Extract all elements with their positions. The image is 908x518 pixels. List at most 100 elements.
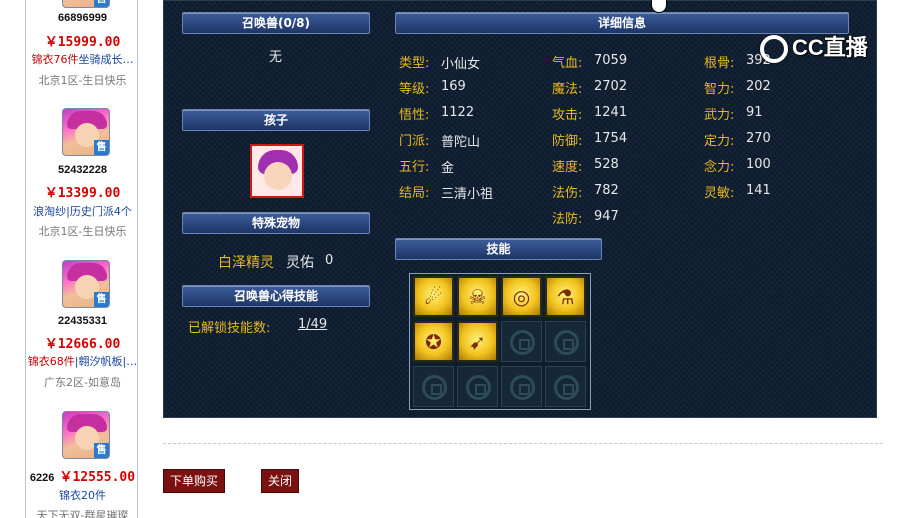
detail-label: 武力: [704, 108, 735, 123]
summon-skill-label: 已解锁技能数: [188, 321, 271, 336]
detail-label: 定力: [704, 134, 735, 149]
detail-value: 1122 [441, 105, 475, 120]
detail-label: 灵敏: [704, 186, 735, 201]
listing-price: ￥15999.00 [44, 35, 121, 50]
detail-label: 法伤: [552, 186, 583, 201]
listing-tags[interactable]: 锦衣76件坐骑成长… [26, 51, 139, 67]
listing-server: 天下无双-群星璀璨 [36, 509, 129, 518]
detail-value: 947 [594, 209, 619, 224]
listing-tags-red: 锦衣68件 [27, 355, 75, 368]
empty-skill-slot-icon [501, 321, 542, 362]
empty-skill-slot-icon [413, 366, 454, 407]
detail-label: 类型: [399, 56, 430, 71]
detail-value: 169 [441, 79, 466, 94]
detail-value: 普陀山 [441, 135, 481, 150]
detail-label: 门派: [399, 134, 430, 149]
listing-tags[interactable]: 浪淘纱|历史门派4个 [26, 203, 139, 219]
special-pet-name: 白泽精灵 [218, 255, 274, 271]
close-button[interactable]: 关闭 [261, 469, 299, 493]
skill-icon[interactable]: ✪ [413, 321, 454, 362]
sale-badge: 售 [94, 140, 109, 155]
listing-tags-blue: 坐骑成长… [78, 53, 134, 66]
summon-header: 召唤兽(0/8) [182, 12, 370, 34]
listing-avatar[interactable]: 售 [62, 260, 110, 308]
summon-value: 无 [269, 50, 283, 65]
detail-value: 141 [746, 183, 771, 198]
cc-logo-icon [760, 35, 788, 64]
detail-value: 782 [594, 183, 619, 198]
detail-label: 结局: [399, 186, 430, 201]
listing-price: ￥12555.00 [59, 470, 136, 485]
detail-label: 速度: [552, 160, 583, 175]
watermark-text: CC直播 [792, 35, 868, 60]
listing-price: ￥13399.00 [44, 186, 121, 201]
listing-tags-red: 锦衣20件 [59, 489, 106, 502]
listing-id-price-row: 6226 ￥12555.00 [26, 466, 139, 485]
skills-grid: ☄ ☠ ◎ ⚗ ✪ ➹ [409, 273, 591, 410]
listing-id: 52432228 [58, 164, 107, 176]
detail-label: 五行: [399, 160, 430, 175]
listing-column: 售 66896999 ￥15999.00 锦衣76件坐骑成长… 北京1区-生日快… [25, 0, 138, 518]
detail-value: 270 [746, 131, 771, 146]
skills-header: 技能 [395, 238, 602, 260]
listing-avatar[interactable]: 售 [62, 0, 110, 8]
listing-id: 66896999 [58, 12, 107, 24]
sale-badge: 售 [94, 0, 109, 7]
detail-value: 7059 [594, 53, 628, 68]
empty-skill-slot-icon [501, 366, 542, 407]
special-pet-stat-label: 灵佑 [286, 255, 314, 271]
skill-icon[interactable]: ☄ [413, 276, 454, 317]
listing-avatar[interactable]: 售 [62, 411, 110, 459]
detail-label: 攻击: [552, 108, 583, 123]
empty-skill-slot-icon [457, 366, 498, 407]
listing-tags[interactable]: 锦衣68件|翱汐帆板|… [26, 353, 139, 369]
detail-value: 528 [594, 157, 619, 172]
skill-icon[interactable]: ◎ [501, 276, 542, 317]
listing-id: 22435331 [58, 315, 107, 327]
cc-live-watermark: CC直播 [760, 30, 882, 66]
detail-label: 等级: [399, 82, 430, 97]
detail-label: 气血: [552, 56, 583, 71]
detail-value: 1241 [594, 105, 628, 120]
child-header: 孩子 [182, 109, 370, 131]
detail-value: 金 [441, 161, 455, 176]
detail-label: 根骨: [704, 56, 735, 71]
skill-icon[interactable]: ➹ [457, 321, 498, 362]
buy-button[interactable]: 下单购买 [163, 469, 225, 493]
sale-badge: 售 [94, 443, 109, 458]
summon-skill-count-link[interactable]: 1/49 [298, 317, 327, 332]
detail-value: 1754 [594, 131, 628, 146]
detail-value: 91 [746, 105, 763, 120]
detail-value: 小仙女 [441, 57, 481, 72]
detail-label: 悟性: [399, 108, 430, 123]
detail-value: 2702 [594, 79, 628, 94]
listing-tags[interactable]: 锦衣20件 [26, 487, 139, 503]
detail-label: 防御: [552, 134, 583, 149]
summon-skill-header: 召唤兽心得技能 [182, 285, 370, 307]
listing-server: 北京1区-生日快乐 [38, 225, 127, 238]
special-pet-header: 特殊宠物 [182, 212, 370, 234]
detail-label: 魔法: [552, 82, 583, 97]
listing-id: 6226 [29, 472, 55, 484]
detail-value: 三清小祖 [441, 187, 494, 202]
detail-value: 202 [746, 79, 771, 94]
empty-skill-slot-icon [545, 321, 586, 362]
listing-server: 广东2区-如意岛 [44, 376, 121, 389]
listing-avatar[interactable]: 售 [62, 108, 110, 156]
detail-label: 法防: [552, 212, 583, 227]
listing-tags-blue: 浪淘纱|历史门派4个 [33, 205, 132, 218]
listing-server: 北京1区-生日快乐 [38, 74, 127, 87]
skill-icon[interactable]: ☠ [457, 276, 498, 317]
special-pet-stat-value: 0 [325, 253, 334, 268]
detail-label: 念力: [704, 160, 735, 175]
child-avatar[interactable] [250, 144, 304, 198]
listing-tags-blue: |翱汐帆板|… [74, 355, 138, 368]
empty-skill-slot-icon [545, 366, 586, 407]
divider [163, 443, 883, 444]
listing-tags-red: 锦衣76件 [31, 53, 79, 66]
detail-value: 100 [746, 157, 771, 172]
skill-icon[interactable]: ⚗ [545, 276, 586, 317]
detail-label: 智力: [704, 82, 735, 97]
sale-badge: 售 [94, 292, 109, 307]
listing-price: ￥12666.00 [44, 337, 121, 352]
